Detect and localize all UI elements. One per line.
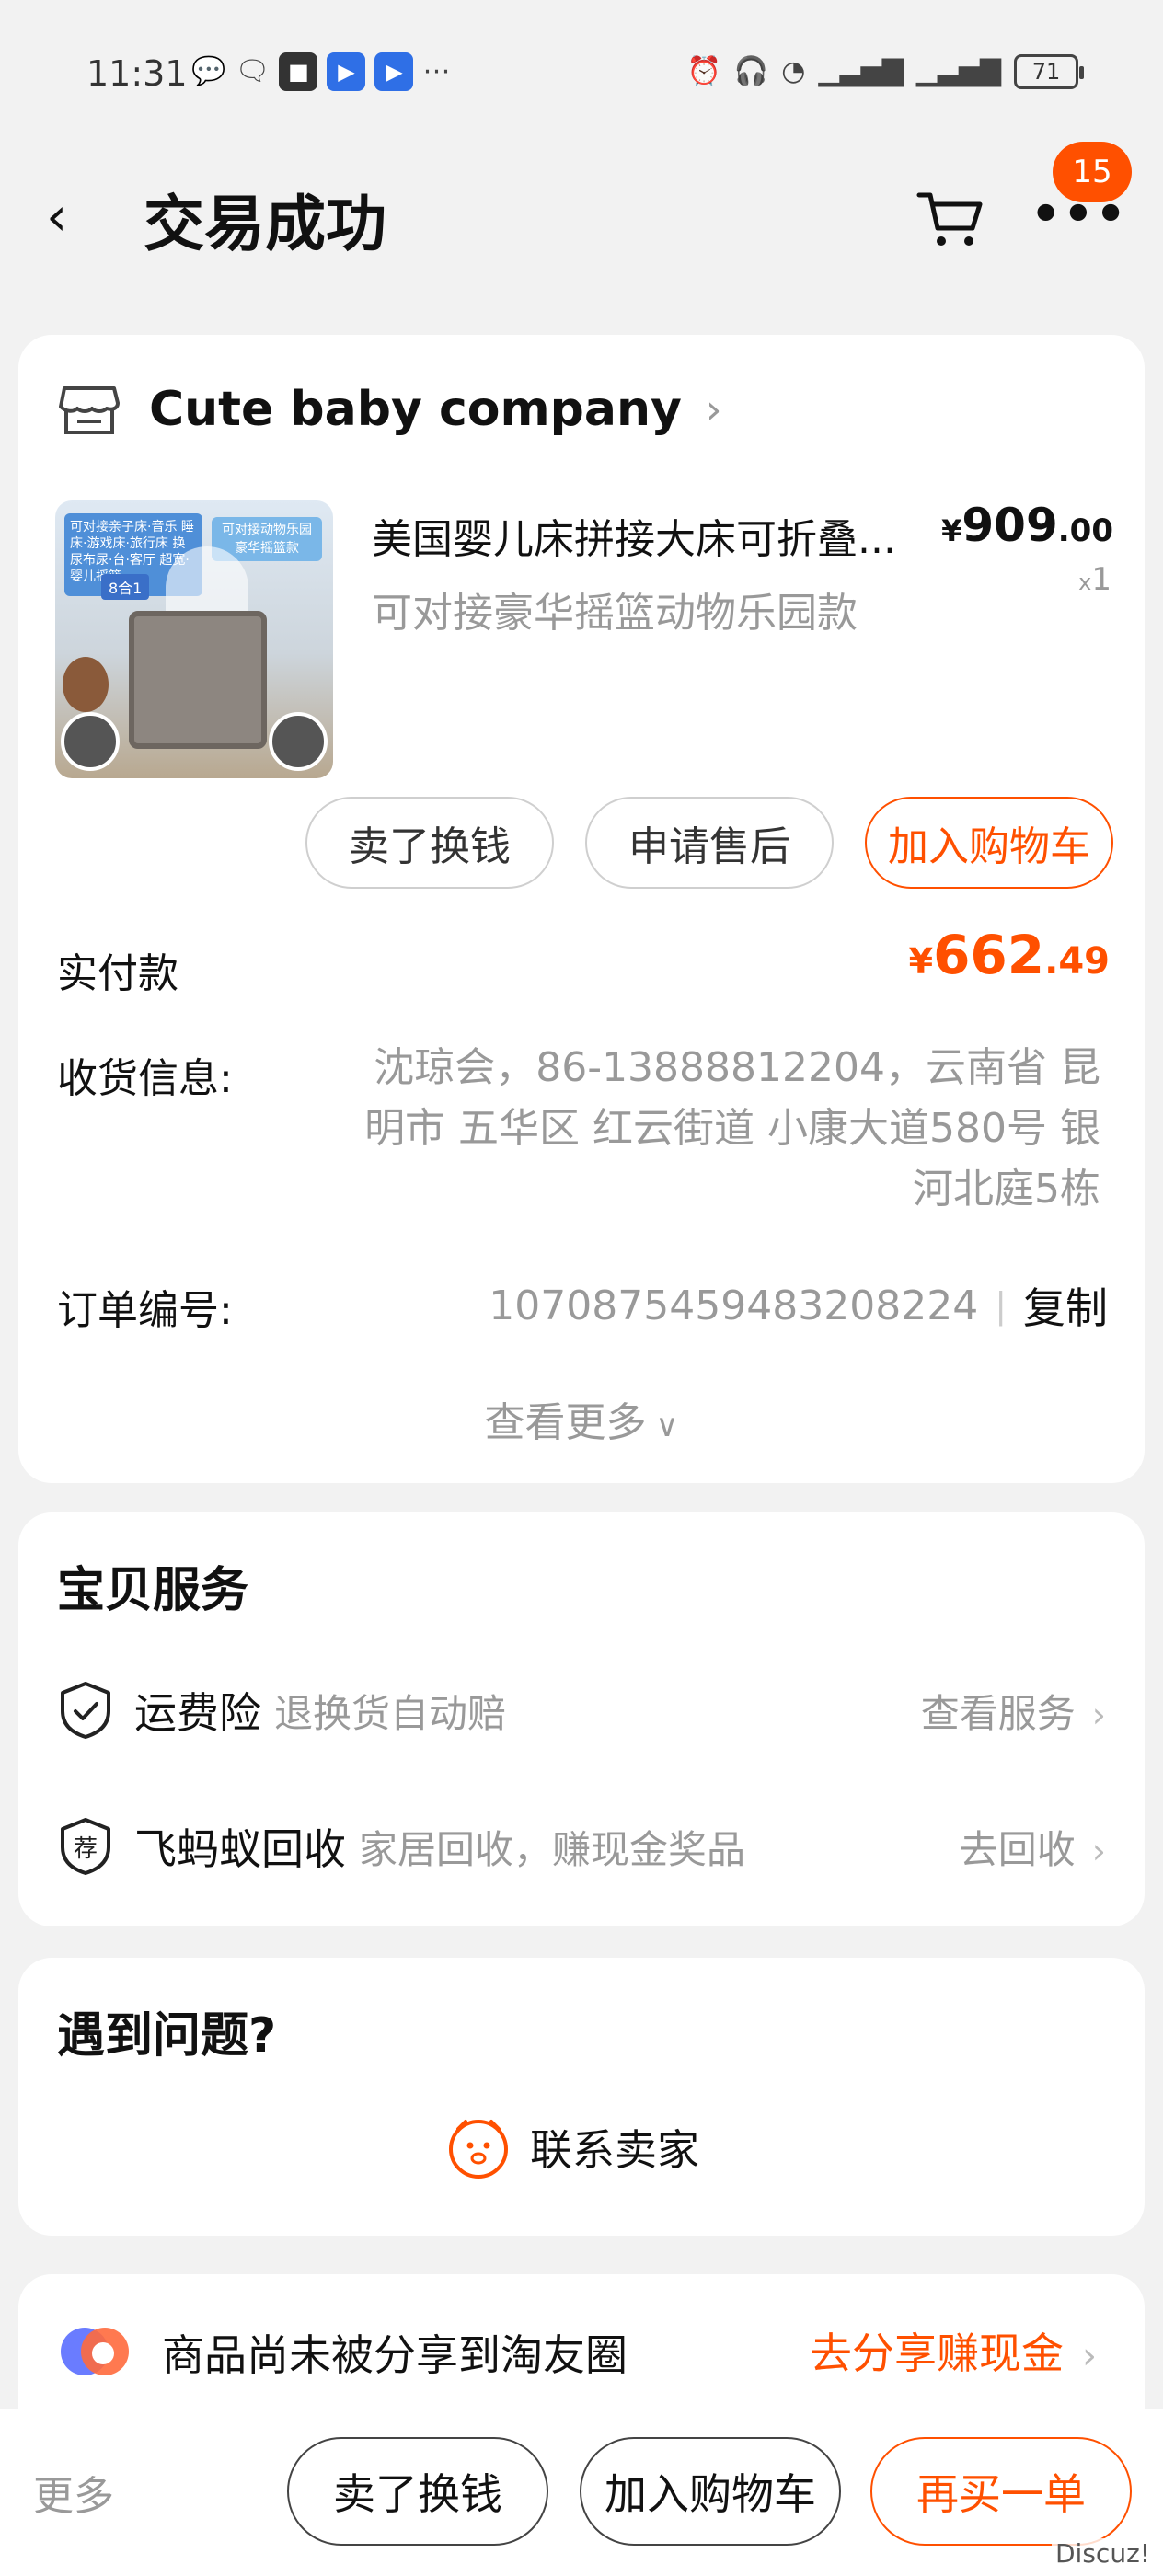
view-more-label: 查看更多 [484,1399,647,1446]
chevron-right-icon: › [1091,1830,1106,1871]
service-link: 查看服务 › [921,1683,1106,1739]
paid-decimal: .49 [1044,940,1110,983]
page-title: 交易成功 [144,189,386,259]
signal-icon: ▁▃▅▇ [818,55,904,87]
status-notifications: 💬 🗨 ■ ▶ ▶ ⋯ [191,52,450,92]
quantity-value: 1 [1091,561,1111,598]
service-name: 飞蚂蚁回收 [134,1824,346,1874]
chevron-right-icon: › [1091,1694,1106,1735]
paid-amount: ¥662.49 [909,924,1110,986]
recommend-badge-char: 荐 [74,1835,98,1863]
app-notification-icon: ■ [279,52,318,91]
bottom-add-to-cart-button[interactable]: 加入购物车 [580,2437,841,2546]
service-link-label: 去回收 [959,1826,1076,1872]
status-bar: 11:31 💬 🗨 ■ ▶ ▶ ⋯ ⏰ 🎧 ◔ ▁▃▅▇ ▁▃▅▇ 71 [0,0,1163,138]
chevron-right-icon: › [705,385,722,433]
cart-icon[interactable] [915,186,985,250]
order-number-row: 1070875459483208224 | 复制 [489,1275,1108,1336]
service-link: 去回收 › [960,1819,1106,1875]
contact-seller-button[interactable]: 联系卖家 [445,2114,699,2180]
order-number-label: 订单编号: [57,1287,233,1334]
bottom-sell-button[interactable]: 卖了换钱 [287,2437,548,2546]
wifi-icon: ◔ [781,55,806,87]
service-description: 家居回收，赚现金奖品 [359,1826,746,1872]
order-number-separator: | [995,1285,1007,1326]
back-icon[interactable]: ‹ [46,184,101,248]
nav-bar: ‹ 交易成功 ••• [0,156,1163,276]
product-price: ¥909.00 [941,499,1113,552]
shop-name: Cute baby company [149,382,682,437]
app-blue-icon-2: ▶ [374,52,414,91]
paid-label: 实付款 [57,950,178,997]
price-decimal: .00 [1057,512,1113,549]
view-more-button[interactable]: 查看更多 ∨ [18,1389,1145,1448]
order-card: Cute baby company › 可对接亲子床·音乐 睡床·游戏床·旅行床… [18,335,1145,1483]
quantity-prefix: x [1078,569,1092,595]
service-section-title: 宝贝服务 [57,1563,249,1618]
shield-check-icon [61,1682,110,1739]
bottom-action-bar: 更多 卖了换钱 加入购物车 再买一单 Discuz! [0,2409,1163,2576]
shop-icon [59,386,120,434]
seller-face-icon [449,2120,508,2179]
chevron-right-icon: › [1082,2335,1097,2377]
issue-card: 遇到问题? 联系卖家 [18,1958,1145,2236]
app-blue-icon: ▶ [327,52,366,91]
shop-row[interactable]: Cute baby company › [59,381,722,438]
service-description: 退换货自动赔 [274,1690,507,1736]
contact-seller-label: 联系卖家 [530,2125,699,2175]
headphones-icon: 🎧 [733,55,769,87]
buy-again-button[interactable]: 再买一单 [870,2437,1132,2546]
share-earn-link[interactable]: 去分享赚现金 › [810,2320,1097,2381]
product-sku: 可对接豪华摇篮动物乐园款 [372,590,858,637]
service-row-recycle[interactable]: 荐 飞蚂蚁回收 家居回收，赚现金奖品 去回收 › [57,1805,1106,1888]
product-image-tag: 8合1 [101,574,150,600]
sell-button[interactable]: 卖了换钱 [305,797,554,889]
product-image-crib [129,611,267,749]
product-image-detail-1 [61,712,120,771]
status-time: 11:31 [86,53,188,94]
battery-icon: 71 [1014,54,1084,89]
chat-bubble-icon: 🗨 [235,55,271,87]
wechat-icon: 💬 [191,55,226,87]
paid-integer: 662 [933,924,1045,986]
product-image[interactable]: 可对接亲子床·音乐 睡床·游戏床·旅行床 换尿布尿·台·客厅 超宽·婴儿摇篮 可… [55,500,333,778]
paid-currency: ¥ [908,941,934,982]
address-label: 收货信息: [57,1055,233,1102]
share-circle-icon [61,2328,129,2375]
chevron-down-icon: ∨ [655,1408,679,1444]
share-link-label: 去分享赚现金 [810,2329,1064,2378]
product-title[interactable]: 美国婴儿床拼接大床可折叠... [372,506,942,565]
after-sale-button[interactable]: 申请售后 [585,797,834,889]
address-value: 沈琼会，86-13888812204，云南省 昆明市 五华区 红云街道 小康大道… [364,1044,1100,1213]
order-number-value: 1070875459483208224 [489,1282,979,1329]
more-button[interactable]: 更多 [33,2463,114,2522]
signal-icon-2: ▁▃▅▇ [915,55,1001,87]
service-row-shipping-insurance[interactable]: 运费险 退换货自动赔 查看服务 › [57,1669,1106,1752]
copy-button[interactable]: 复制 [1023,1275,1108,1336]
product-image-detail-2 [269,712,328,771]
add-to-cart-button[interactable]: 加入购物车 [865,797,1113,889]
issue-section-title: 遇到问题? [57,2008,277,2064]
service-name: 运费险 [134,1688,261,1738]
status-system-icons: ⏰ 🎧 ◔ ▁▃▅▇ ▁▃▅▇ 71 [686,52,1084,92]
product-quantity: x1 [1078,561,1111,598]
more-notifications-icon: ⋯ [422,55,451,87]
price-integer: 909 [961,499,1058,552]
watermark: Discuz! [1052,2538,1154,2569]
price-currency: ¥ [941,513,962,548]
share-status-text: 商品尚未被分享到淘友圈 [162,2330,628,2380]
product-image-teddy-bear [63,657,109,712]
message-count-badge: 15 [1053,142,1132,202]
recommend-badge-icon: 荐 [61,1818,110,1875]
alarm-icon: ⏰ [686,55,721,87]
service-card: 宝贝服务 运费险 退换货自动赔 查看服务 › 荐 飞蚂蚁回收 家居回收，赚现金奖品… [18,1512,1145,1926]
service-link-label: 查看服务 [920,1690,1076,1736]
